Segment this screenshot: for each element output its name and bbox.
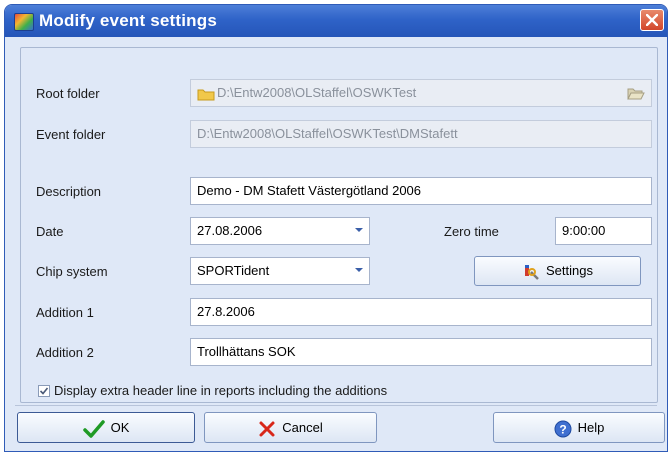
app-icon bbox=[14, 13, 34, 31]
close-button[interactable] bbox=[640, 9, 664, 31]
chip-system-dropdown-arrow-icon[interactable] bbox=[355, 268, 363, 272]
settings-button-label: Settings bbox=[546, 263, 593, 278]
addition2-input[interactable]: Trollhättans SOK bbox=[190, 338, 652, 366]
dialog-window: Modify event settings Root folder D:\Ent… bbox=[4, 4, 668, 452]
window-title: Modify event settings bbox=[39, 11, 218, 30]
addition1-label: Addition 1 bbox=[36, 305, 94, 320]
addition2-label: Addition 2 bbox=[36, 345, 94, 360]
checkmark-icon bbox=[82, 419, 105, 438]
root-folder-label: Root folder bbox=[36, 86, 100, 101]
folder-open-icon[interactable] bbox=[627, 86, 645, 100]
cancel-button[interactable]: Cancel bbox=[204, 412, 377, 443]
help-button[interactable]: ? Help bbox=[493, 412, 665, 443]
event-folder-field: D:\Entw2008\OLStaffel\OSWKTest\DMStafett bbox=[190, 120, 652, 148]
ok-button[interactable]: OK bbox=[17, 412, 195, 443]
close-icon bbox=[646, 14, 658, 26]
root-folder-value: D:\Entw2008\OLStaffel\OSWKTest bbox=[217, 85, 417, 100]
description-label: Description bbox=[36, 184, 102, 199]
event-folder-label: Event folder bbox=[36, 127, 106, 142]
date-label: Date bbox=[36, 224, 64, 239]
chip-system-label: Chip system bbox=[36, 264, 108, 279]
help-button-label: Help bbox=[577, 420, 605, 435]
ok-button-label: OK bbox=[110, 420, 130, 435]
divider bbox=[15, 405, 657, 406]
dialog-body: Root folder D:\Entw2008\OLStaffel\OSWKTe… bbox=[10, 39, 662, 405]
date-value: 27.08.2006 bbox=[197, 223, 263, 238]
svg-text:?: ? bbox=[559, 422, 566, 436]
zero-time-input[interactable]: 9:00:00 bbox=[555, 217, 652, 245]
x-icon bbox=[259, 421, 275, 437]
zero-time-label: Zero time bbox=[444, 224, 499, 239]
cancel-button-label: Cancel bbox=[282, 420, 323, 435]
date-picker[interactable]: 27.08.2006 bbox=[190, 217, 370, 245]
root-folder-field: D:\Entw2008\OLStaffel\OSWKTest bbox=[190, 79, 652, 107]
chip-system-select[interactable]: SPORTident bbox=[190, 257, 370, 285]
settings-button[interactable]: Settings bbox=[474, 256, 641, 286]
folder-icon bbox=[197, 89, 215, 101]
addition1-input[interactable]: 27.8.2006 bbox=[190, 298, 652, 326]
button-bar: OK Cancel ? Help bbox=[5, 405, 667, 451]
help-icon: ? bbox=[554, 420, 572, 438]
extra-header-checkbox[interactable] bbox=[38, 385, 50, 397]
tools-icon bbox=[525, 264, 539, 280]
date-dropdown-arrow-icon[interactable] bbox=[355, 228, 363, 232]
checkmark-icon bbox=[39, 387, 49, 395]
title-bar[interactable]: Modify event settings bbox=[5, 5, 667, 37]
chip-system-value: SPORTident bbox=[197, 263, 270, 278]
extra-header-checkbox-label: Display extra header line in reports inc… bbox=[54, 383, 388, 398]
description-input[interactable]: Demo - DM Stafett Västergötland 2006 bbox=[190, 177, 652, 205]
